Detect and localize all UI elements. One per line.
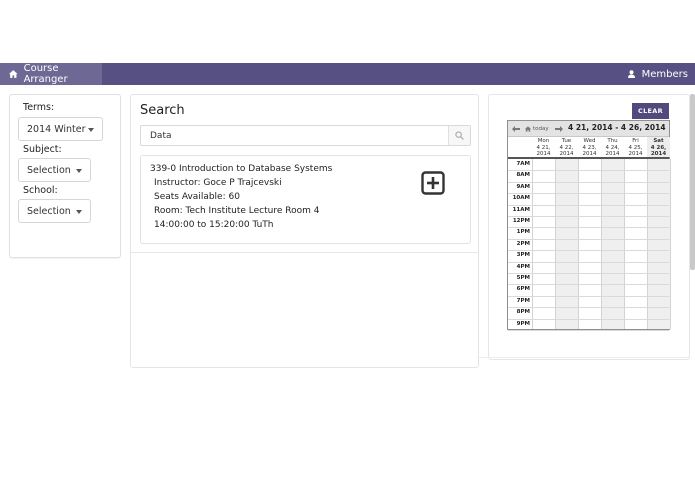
hour-row-line	[508, 238, 669, 240]
hour-row-line	[508, 204, 669, 206]
course-room: Room: Tech Institute Lecture Room 4	[154, 206, 320, 216]
brand-link[interactable]: Course Arranger	[0, 63, 102, 85]
day-header: Mon 4 21, 2014	[532, 137, 555, 157]
hour-row-line	[508, 330, 669, 331]
user-icon	[627, 70, 635, 78]
arrow-right-icon	[555, 126, 563, 132]
day-header: Fri 4 25, 2014	[624, 137, 647, 157]
chevron-down-icon	[76, 169, 82, 173]
school-label: School:	[23, 185, 58, 196]
grid-column-line	[578, 159, 579, 329]
hour-label: 2PM	[516, 240, 530, 247]
prev-week-button[interactable]	[512, 124, 520, 134]
divider	[130, 252, 479, 253]
calendar-title: 4 21, 2014 - 4 26, 2014	[568, 123, 666, 132]
course-time: 14:00:00 to 15:20:00 TuTh	[154, 220, 274, 230]
day-header: Sat 4 26, 2014	[647, 137, 670, 157]
hour-row-line	[508, 295, 669, 297]
chevron-down-icon	[76, 210, 82, 214]
day-header: Thu 4 24, 2014	[601, 137, 624, 157]
hour-label: 9AM	[516, 183, 530, 190]
hour-row-line	[508, 181, 669, 183]
hour-row-line	[508, 284, 669, 286]
school-select[interactable]: Selection	[18, 199, 91, 223]
calendar-panel-footer	[479, 357, 690, 367]
week-calendar: today 4 21, 2014 - 4 26, 2014 Mon 4 21, 20…	[507, 120, 671, 331]
search-icon	[455, 131, 464, 140]
subject-select-value: Selection	[27, 164, 71, 176]
subject-label: Subject:	[23, 144, 62, 155]
school-select-value: Selection	[27, 205, 71, 217]
terms-label: Terms:	[23, 102, 55, 113]
hour-row-line	[508, 250, 669, 252]
search-input[interactable]: Data	[140, 125, 471, 146]
search-panel: Search Data 339-0 Introduction to Databa…	[130, 94, 479, 368]
day-column-shade	[648, 159, 670, 329]
grid-column-line	[532, 159, 533, 329]
hour-label: 12PM	[512, 218, 530, 224]
hour-row-line	[508, 261, 669, 263]
grid-column-line	[601, 159, 602, 329]
search-query: Data	[150, 130, 172, 141]
home-icon	[9, 70, 18, 78]
home-icon	[525, 126, 531, 132]
arrow-left-icon	[512, 126, 520, 132]
filter-panel: Terms: 2014 Winter Subject: Selection Sc…	[9, 94, 121, 258]
course-title: 339-0 Introduction to Database Systems	[150, 164, 333, 174]
day-column-shade	[556, 159, 578, 329]
calendar-toolbar: today 4 21, 2014 - 4 26, 2014	[508, 121, 669, 137]
chevron-down-icon	[88, 128, 94, 132]
members-label: Members	[641, 68, 688, 80]
hour-label: 6PM	[516, 286, 530, 293]
hour-label: 4PM	[516, 263, 530, 270]
add-course-button[interactable]	[421, 171, 445, 199]
hour-row-line	[508, 307, 669, 309]
course-instructor: Instructor: Goce P Trajcevski	[154, 178, 282, 188]
grid-column-line	[670, 159, 671, 329]
scrollbar[interactable]	[690, 94, 695, 270]
day-column-shade	[602, 159, 624, 329]
terms-select-value: 2014 Winter	[27, 123, 86, 135]
course-result-card: 339-0 Introduction to Database Systems I…	[140, 155, 471, 244]
top-navbar: Course Arranger Members	[0, 63, 695, 85]
hour-label: 9PM	[516, 320, 530, 327]
next-week-button[interactable]	[555, 124, 563, 134]
members-link[interactable]: Members	[627, 63, 688, 85]
hour-label: 7PM	[516, 297, 530, 304]
day-header: Wed 4 23, 2014	[578, 137, 601, 157]
hour-label: 10AM	[512, 195, 530, 202]
hour-row-line	[508, 216, 669, 217]
grid-column-line	[624, 159, 625, 329]
terms-select[interactable]: 2014 Winter	[18, 117, 103, 141]
hour-row-line	[508, 227, 669, 229]
hour-label: 8AM	[516, 172, 530, 179]
day-header: Tue 4 22, 2014	[555, 137, 578, 157]
hour-row-line	[508, 193, 669, 195]
hour-row-line	[508, 318, 669, 320]
search-title: Search	[140, 103, 185, 118]
grid-column-line	[647, 159, 648, 329]
hour-label: 5PM	[516, 275, 530, 281]
today-button[interactable]: today	[525, 124, 549, 134]
hour-label: 1PM	[516, 229, 530, 236]
today-label: today	[533, 126, 549, 132]
subject-select[interactable]: Selection	[18, 158, 91, 182]
hour-label: 11AM	[512, 206, 530, 213]
clear-button[interactable]: CLEAR	[632, 103, 669, 119]
hour-row-line	[508, 273, 669, 274]
hour-row-line	[508, 170, 669, 172]
hour-label: 3PM	[516, 252, 530, 259]
search-button[interactable]	[448, 126, 470, 145]
course-seats: Seats Available: 60	[154, 192, 240, 202]
plus-square-icon	[421, 171, 445, 195]
brand-label: Course Arranger	[23, 63, 68, 85]
grid-column-line	[555, 159, 556, 329]
hour-label: 8PM	[516, 309, 530, 316]
hour-label: 7AM	[516, 161, 530, 167]
